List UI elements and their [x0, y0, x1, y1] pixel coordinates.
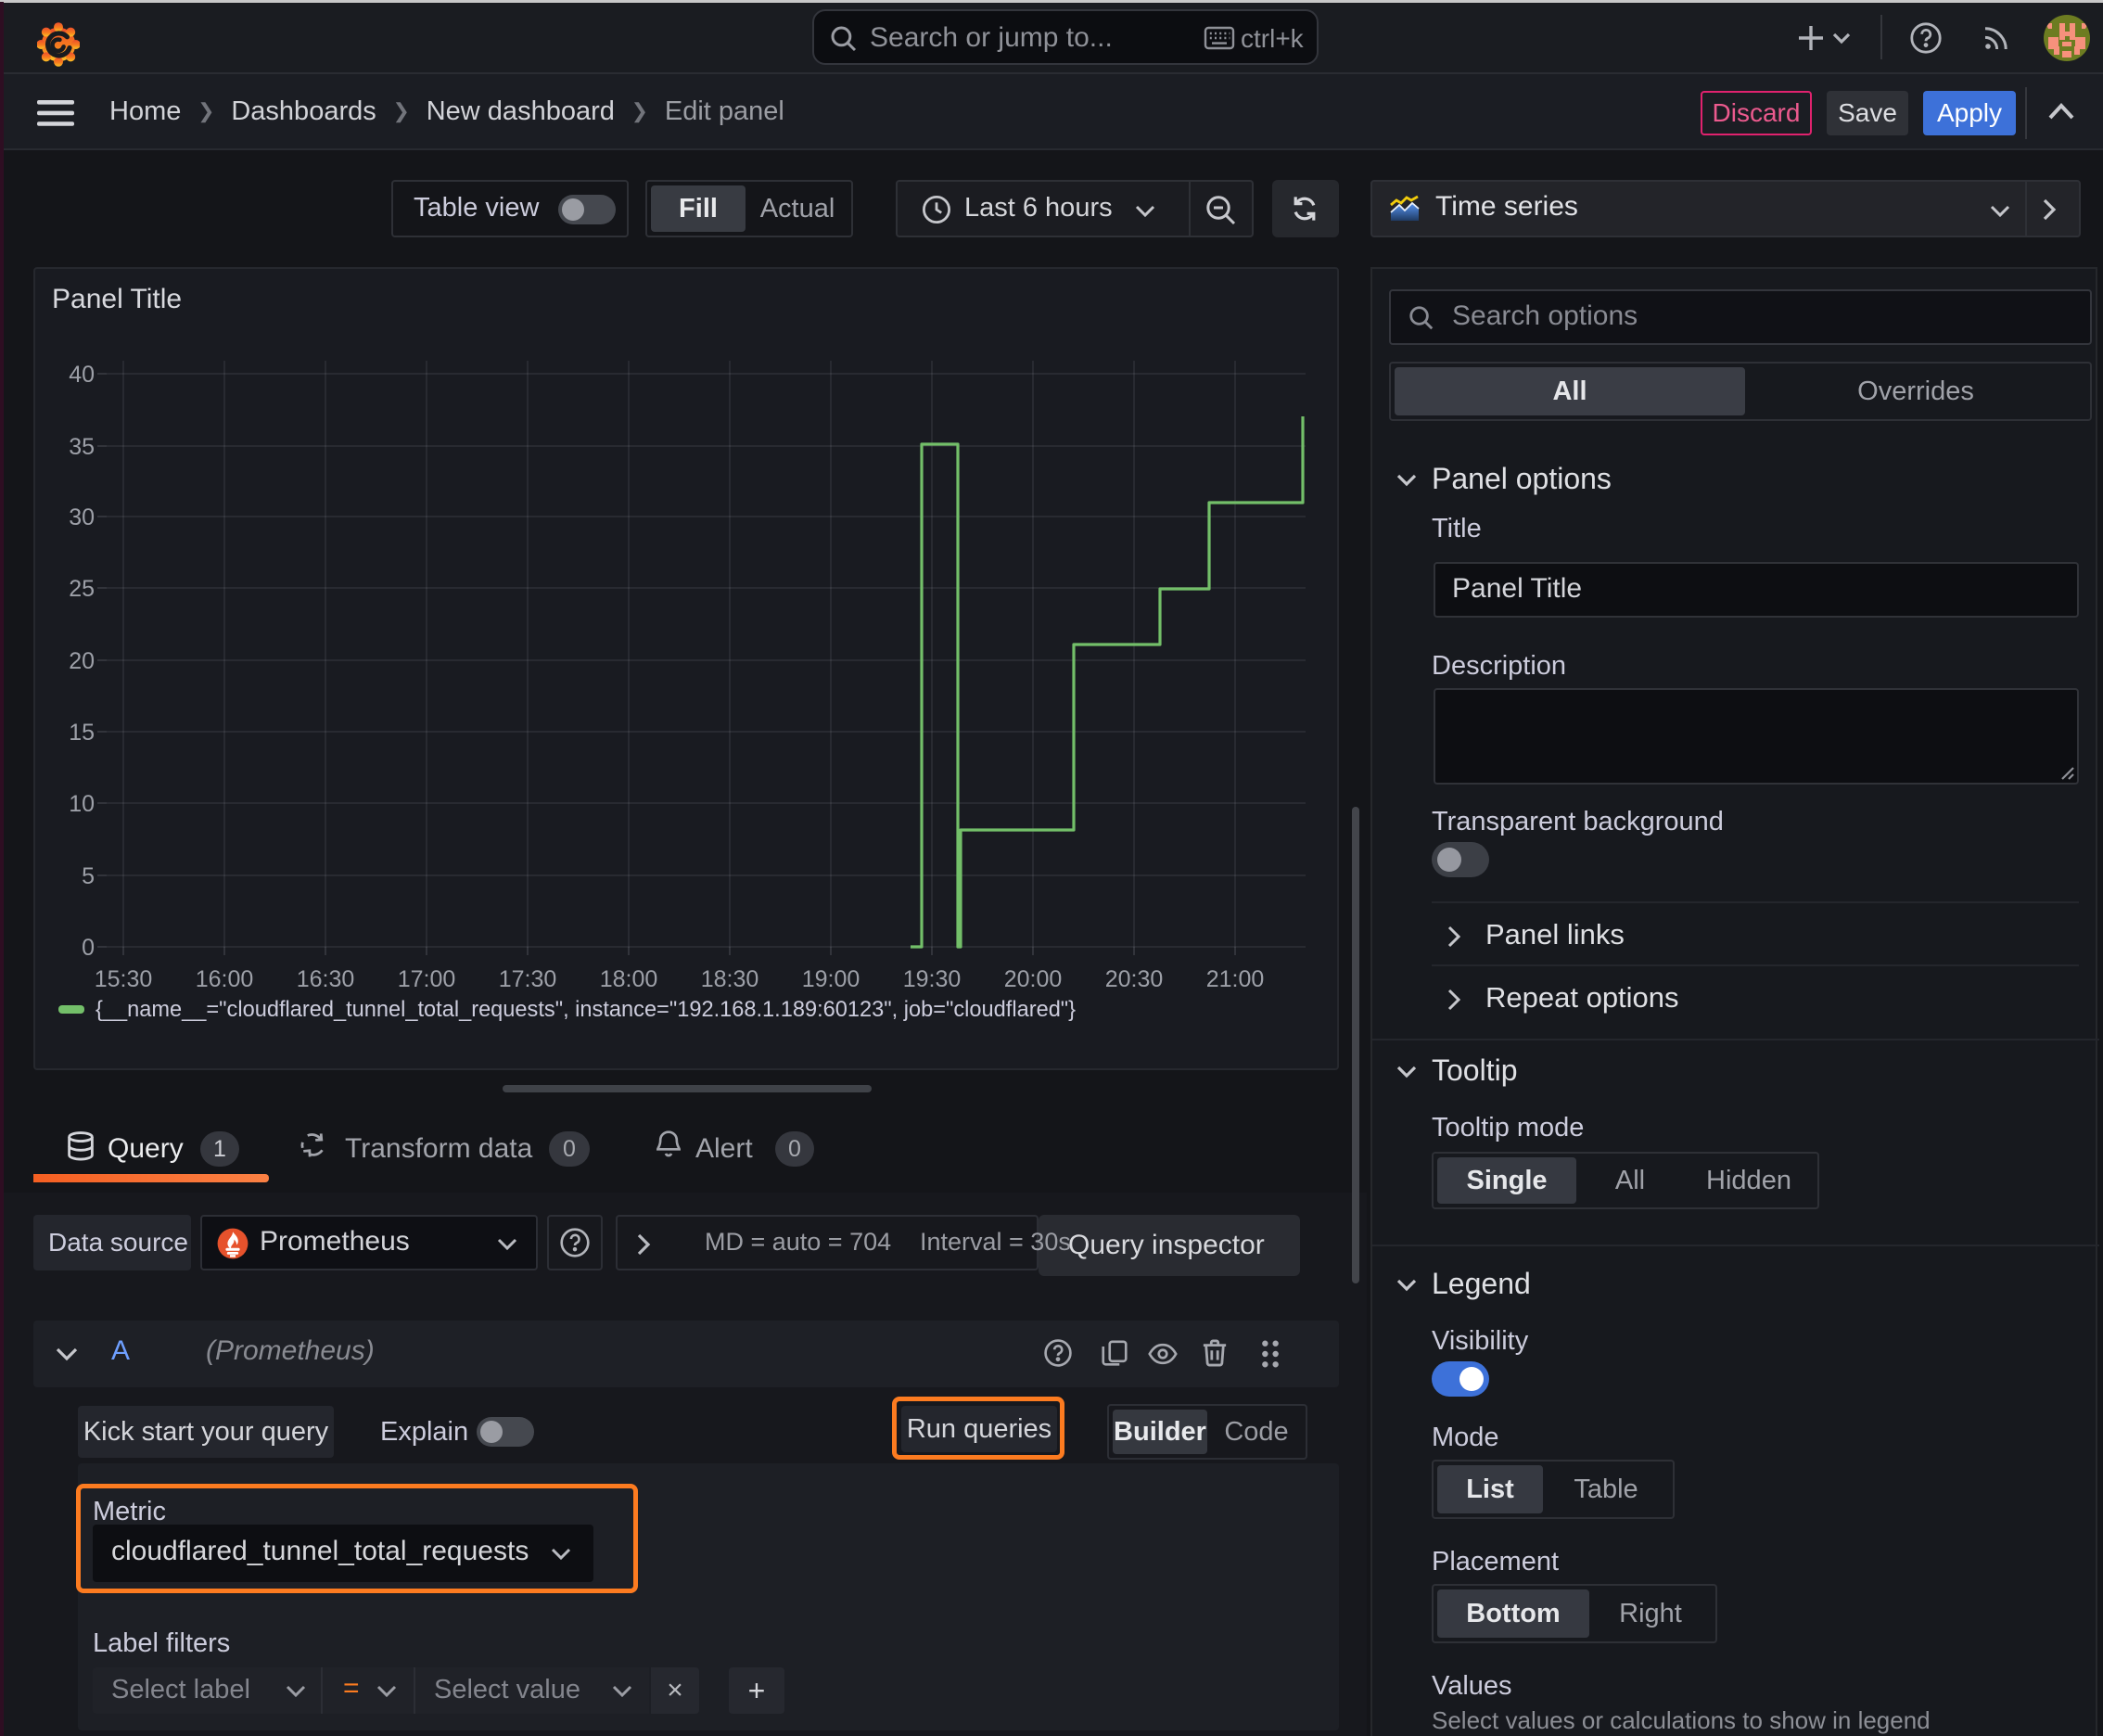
- svg-text:10: 10: [69, 791, 95, 817]
- svg-text:16:30: 16:30: [297, 966, 355, 992]
- svg-text:35: 35: [69, 434, 95, 460]
- svg-text:18:00: 18:00: [600, 966, 658, 992]
- svg-text:{__name__="cloudflared_tunnel_: {__name__="cloudflared_tunnel_total_requ…: [96, 998, 1076, 1022]
- svg-text:40: 40: [69, 362, 95, 388]
- svg-text:0: 0: [82, 935, 95, 961]
- svg-text:21:00: 21:00: [1206, 966, 1265, 992]
- svg-text:30: 30: [69, 504, 95, 530]
- svg-text:19:00: 19:00: [802, 966, 860, 992]
- svg-text:15:30: 15:30: [95, 966, 153, 992]
- svg-text:17:30: 17:30: [499, 966, 557, 992]
- svg-text:16:00: 16:00: [196, 966, 254, 992]
- svg-text:5: 5: [82, 863, 95, 889]
- svg-text:25: 25: [69, 576, 95, 602]
- svg-text:20:00: 20:00: [1004, 966, 1063, 992]
- svg-text:18:30: 18:30: [701, 966, 759, 992]
- svg-text:20:30: 20:30: [1105, 966, 1164, 992]
- svg-text:15: 15: [69, 720, 95, 746]
- svg-text:17:00: 17:00: [398, 966, 456, 992]
- svg-text:19:30: 19:30: [903, 966, 962, 992]
- svg-text:20: 20: [69, 648, 95, 674]
